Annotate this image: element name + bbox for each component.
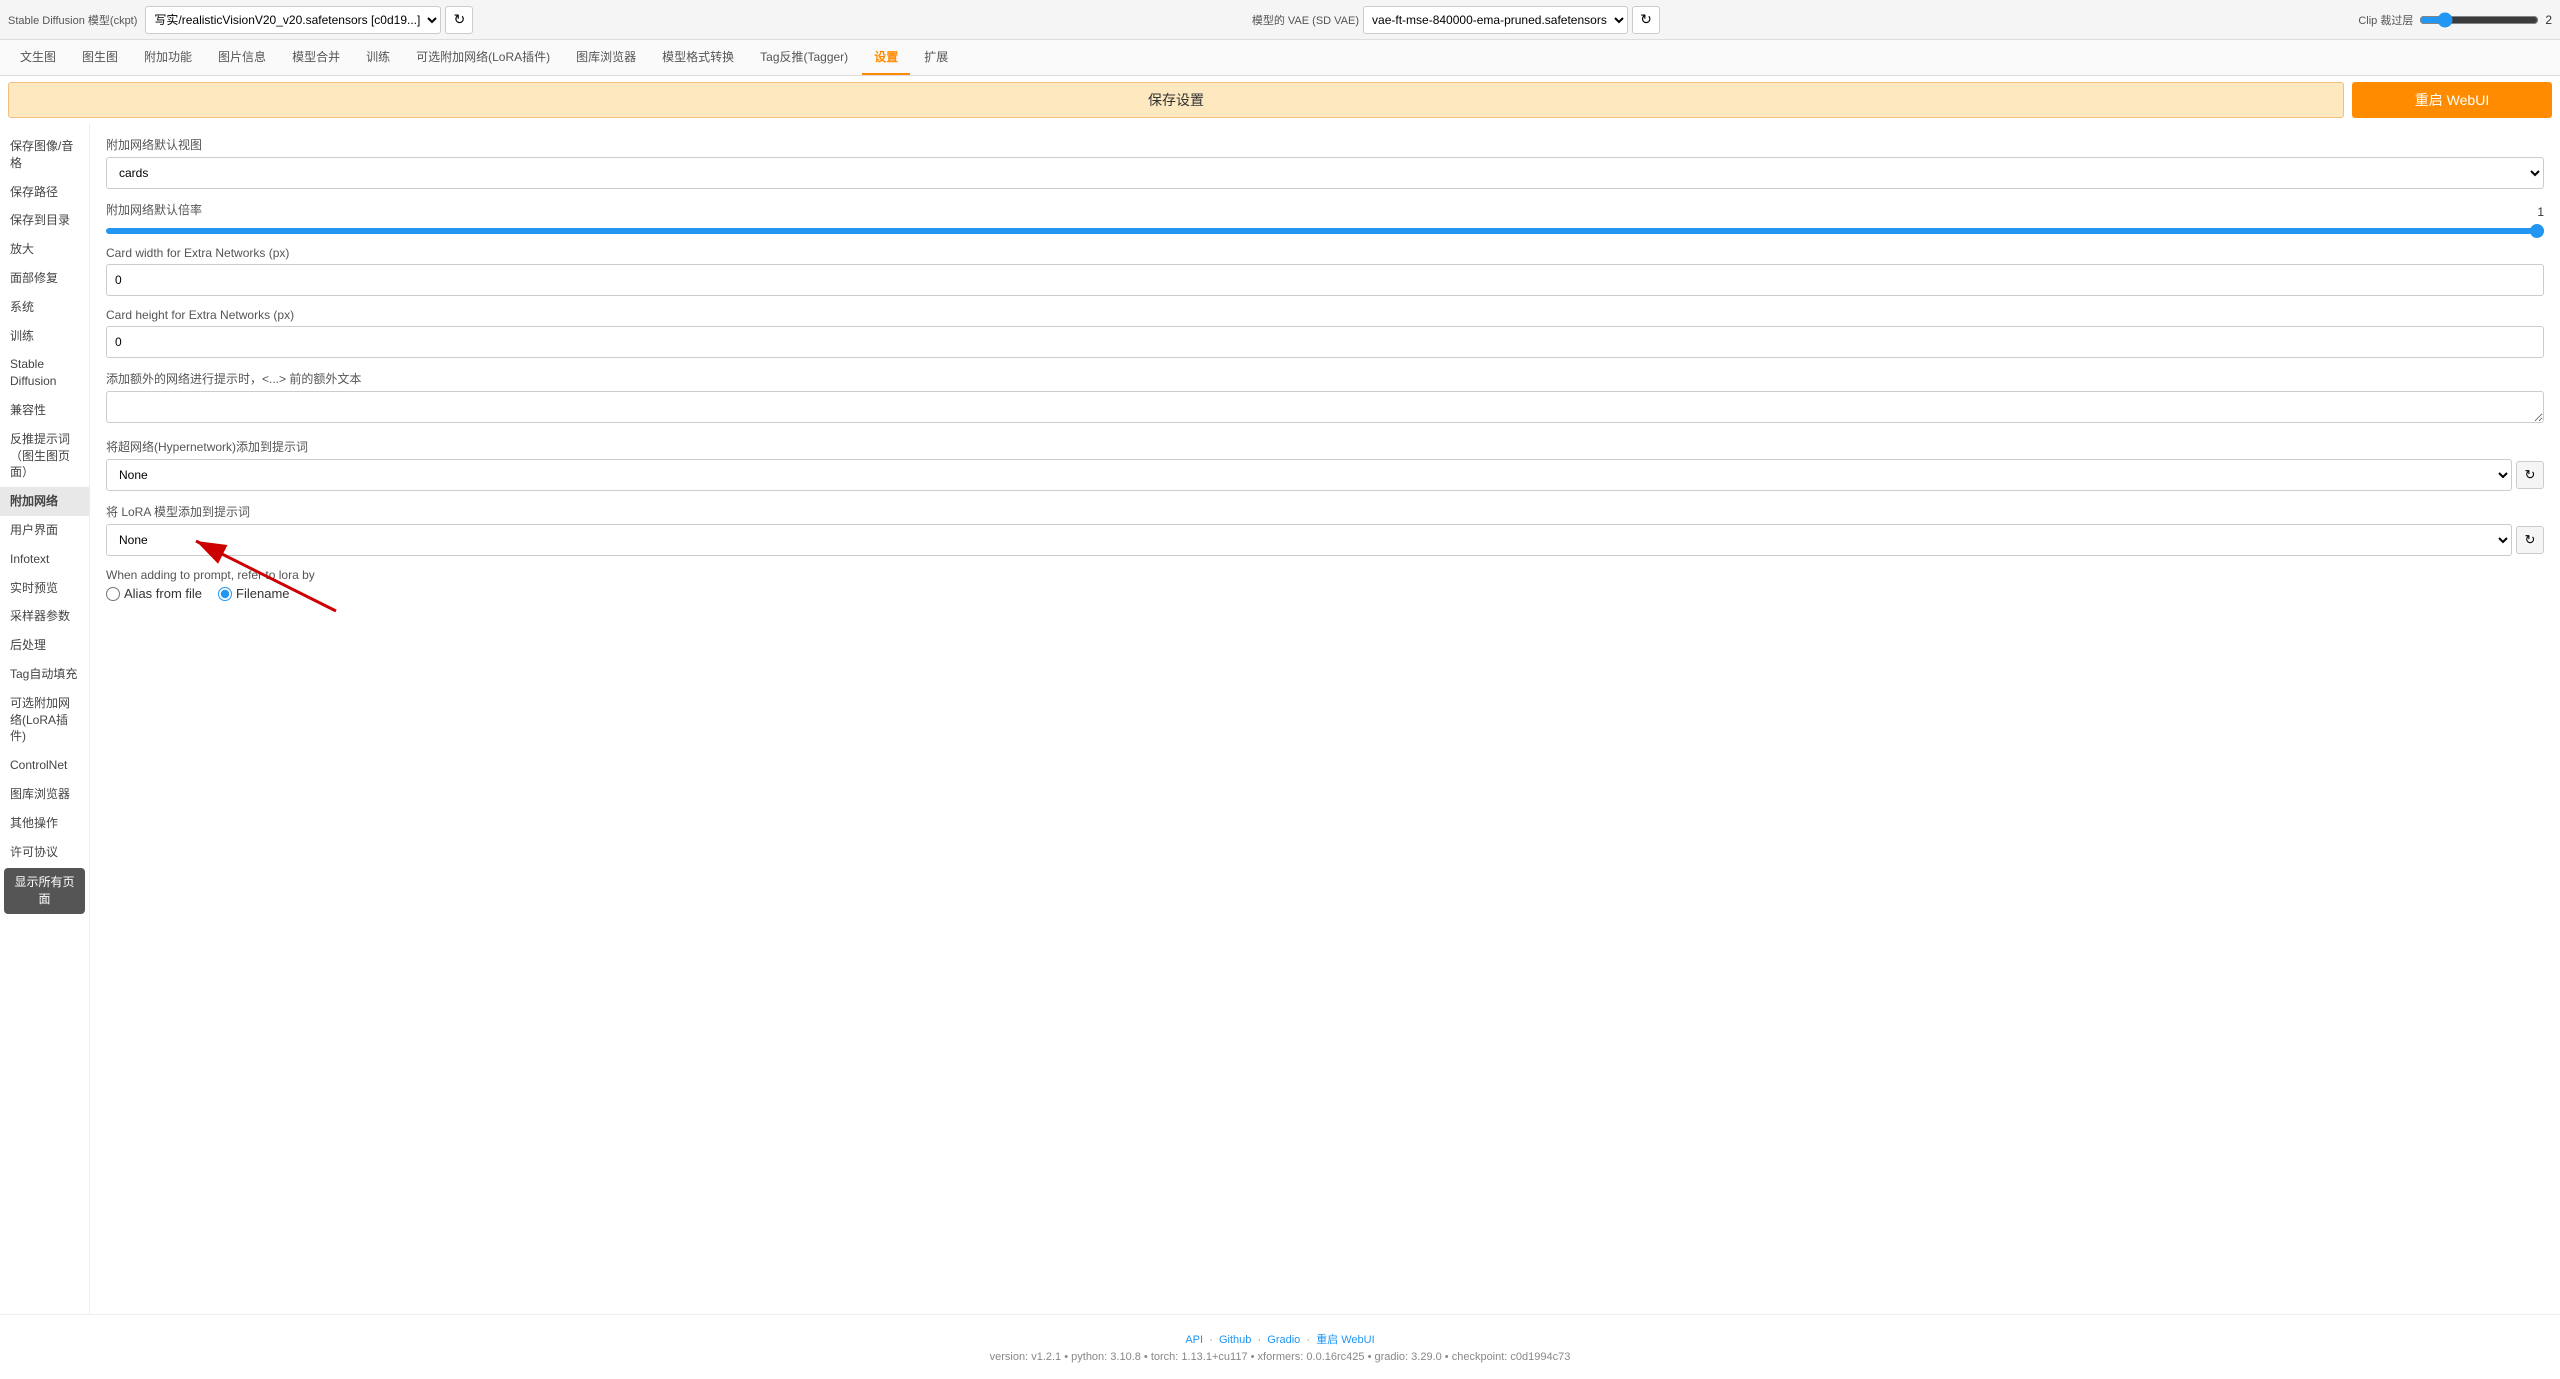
sidebar: 保存图像/音格 保存路径 保存到目录 放大 面部修复 系统 训练 Stable … [0, 124, 90, 1314]
tab-lora[interactable]: 可选附加网络(LoRA插件) [404, 40, 562, 75]
tab-convert[interactable]: 模型格式转换 [650, 40, 746, 75]
model-refresh-btn[interactable]: ↻ [445, 6, 473, 34]
card-width-input[interactable] [106, 264, 2544, 296]
sidebar-item-extra-net[interactable]: 附加网络 [0, 487, 89, 516]
sidebar-item-license[interactable]: 许可协议 [0, 838, 89, 867]
sidebar-item-train[interactable]: 训练 [0, 322, 89, 351]
sidebar-item-save-img[interactable]: 保存图像/音格 [0, 132, 89, 178]
sidebar-item-zoom[interactable]: 放大 [0, 235, 89, 264]
lora-select[interactable]: None [106, 524, 2512, 556]
tab-extensions[interactable]: 扩展 [912, 40, 960, 75]
tab-img2img[interactable]: 图生图 [70, 40, 130, 75]
card-height-group: Card height for Extra Networks (px) [106, 308, 2544, 358]
tab-settings[interactable]: 设置 [862, 40, 910, 75]
sidebar-item-controlnet[interactable]: ControlNet [0, 751, 89, 780]
action-bar: 保存设置 重启 WebUI [0, 76, 2560, 124]
restart-webui-button[interactable]: 重启 WebUI [2352, 82, 2552, 118]
sidebar-item-face-fix[interactable]: 面部修复 [0, 264, 89, 293]
card-width-group: Card width for Extra Networks (px) [106, 246, 2544, 296]
vae-select[interactable]: vae-ft-mse-840000-ema-pruned.safetensors [1363, 6, 1628, 34]
clip-slider[interactable] [2419, 12, 2539, 28]
footer-link-restart[interactable]: 重启 WebUI [1316, 1334, 1374, 1346]
tab-tagger[interactable]: Tag反推(Tagger) [748, 40, 860, 75]
sidebar-item-system[interactable]: 系统 [0, 293, 89, 322]
hypernetwork-select[interactable]: None [106, 459, 2512, 491]
lora-refresh-btn[interactable]: ↻ [2516, 526, 2544, 554]
sidebar-item-img-browser[interactable]: 图库浏览器 [0, 780, 89, 809]
tab-browser[interactable]: 图库浏览器 [564, 40, 648, 75]
save-settings-button[interactable]: 保存设置 [8, 82, 2344, 118]
clip-label: Clip 裁过层 [2358, 12, 2413, 28]
sidebar-item-show-all[interactable]: 显示所有页面 [4, 868, 85, 914]
hypernetwork-label: 将超网络(Hypernetwork)添加到提示词 [106, 438, 2544, 455]
extra-text-input[interactable] [106, 391, 2544, 423]
sidebar-item-tag-fill[interactable]: Tag自动填充 [0, 660, 89, 689]
footer: API · Github · Gradio · 重启 WebUI version… [0, 1314, 2560, 1379]
default-view-group: 附加网络默认视图 cards [106, 136, 2544, 189]
sidebar-item-antialias[interactable]: 反推提示词（图生图页面） [0, 425, 89, 487]
footer-link-github[interactable]: Github [1219, 1334, 1251, 1346]
footer-version: version: v1.2.1 • python: 3.10.8 • torch… [16, 1351, 2544, 1363]
sidebar-item-save-path[interactable]: 保存路径 [0, 178, 89, 207]
extra-text-group: 添加额外的网络进行提示时，<...> 前的额外文本 [106, 370, 2544, 426]
tab-merge[interactable]: 模型合并 [280, 40, 352, 75]
top-bar: Stable Diffusion 模型(ckpt) 写实/realisticVi… [0, 0, 2560, 40]
main-layout: 保存图像/音格 保存路径 保存到目录 放大 面部修复 系统 训练 Stable … [0, 124, 2560, 1314]
radio-alias-input[interactable] [106, 587, 120, 601]
tab-extras[interactable]: 附加功能 [132, 40, 204, 75]
clip-value: 2 [2545, 13, 2552, 27]
sidebar-item-lora-plugin[interactable]: 可选附加网络(LoRA插件) [0, 689, 89, 751]
sidebar-item-live-preview[interactable]: 实时预览 [0, 574, 89, 603]
default-multiplier-group: 附加网络默认倍率 1 [106, 201, 2544, 234]
default-multiplier-label: 附加网络默认倍率 [106, 201, 202, 218]
sidebar-item-user-interface[interactable]: 用户界面 [0, 516, 89, 545]
window-title: Stable Diffusion 模型(ckpt) [8, 12, 137, 28]
multiplier-value: 1 [2537, 205, 2544, 219]
tab-imginfo[interactable]: 图片信息 [206, 40, 278, 75]
extra-text-label: 添加额外的网络进行提示时，<...> 前的额外文本 [106, 370, 2544, 387]
lora-group: 将 LoRA 模型添加到提示词 None ↻ [106, 503, 2544, 556]
tab-train[interactable]: 训练 [354, 40, 402, 75]
tab-txt2img[interactable]: 文生图 [8, 40, 68, 75]
card-height-input[interactable] [106, 326, 2544, 358]
nav-tabs: 文生图 图生图 附加功能 图片信息 模型合并 训练 可选附加网络(LoRA插件)… [0, 40, 2560, 76]
sidebar-item-other-ops[interactable]: 其他操作 [0, 809, 89, 838]
default-view-select[interactable]: cards [106, 157, 2544, 189]
footer-link-api[interactable]: API [1185, 1334, 1203, 1346]
multiplier-row: 附加网络默认倍率 1 [106, 201, 2544, 222]
footer-link-gradio[interactable]: Gradio [1267, 1334, 1300, 1346]
sidebar-item-sd[interactable]: Stable Diffusion [0, 350, 89, 396]
hypernetwork-refresh-btn[interactable]: ↻ [2516, 461, 2544, 489]
hypernetwork-select-row: None ↻ [106, 459, 2544, 491]
sidebar-item-post[interactable]: 后处理 [0, 631, 89, 660]
sidebar-item-save-dir[interactable]: 保存到目录 [0, 206, 89, 235]
vae-label: 模型的 VAE (SD VAE) [1252, 12, 1359, 28]
sidebar-item-infotext[interactable]: Infotext [0, 545, 89, 574]
lora-select-row: None ↻ [106, 524, 2544, 556]
refer-by-radio-group: Alias from file Filename [106, 586, 2544, 601]
card-width-label: Card width for Extra Networks (px) [106, 246, 2544, 260]
model-select[interactable]: 写实/realisticVisionV20_v20.safetensors [c… [145, 6, 441, 34]
lora-label: 将 LoRA 模型添加到提示词 [106, 503, 2544, 520]
arrow-annotation [166, 521, 386, 621]
footer-links: API · Github · Gradio · 重启 WebUI [16, 1331, 2544, 1347]
default-view-label: 附加网络默认视图 [106, 136, 2544, 153]
sidebar-item-sampler[interactable]: 采样器参数 [0, 602, 89, 631]
multiplier-slider-bar [106, 228, 2544, 234]
content-area: 附加网络默认视图 cards 附加网络默认倍率 1 Card width for… [90, 124, 2560, 1314]
model-select-group: 写实/realisticVisionV20_v20.safetensors [c… [145, 6, 1243, 34]
clip-group: Clip 裁过层 2 [2358, 12, 2552, 28]
vae-refresh-btn[interactable]: ↻ [1632, 6, 1660, 34]
hypernetwork-group: 将超网络(Hypernetwork)添加到提示词 None ↻ [106, 438, 2544, 491]
card-height-label: Card height for Extra Networks (px) [106, 308, 2544, 322]
refer-by-label: When adding to prompt, refer to lora by [106, 568, 2544, 582]
vae-select-group: 模型的 VAE (SD VAE) vae-ft-mse-840000-ema-p… [1252, 6, 2350, 34]
refer-by-group: When adding to prompt, refer to lora by … [106, 568, 2544, 601]
sidebar-item-compat[interactable]: 兼容性 [0, 396, 89, 425]
